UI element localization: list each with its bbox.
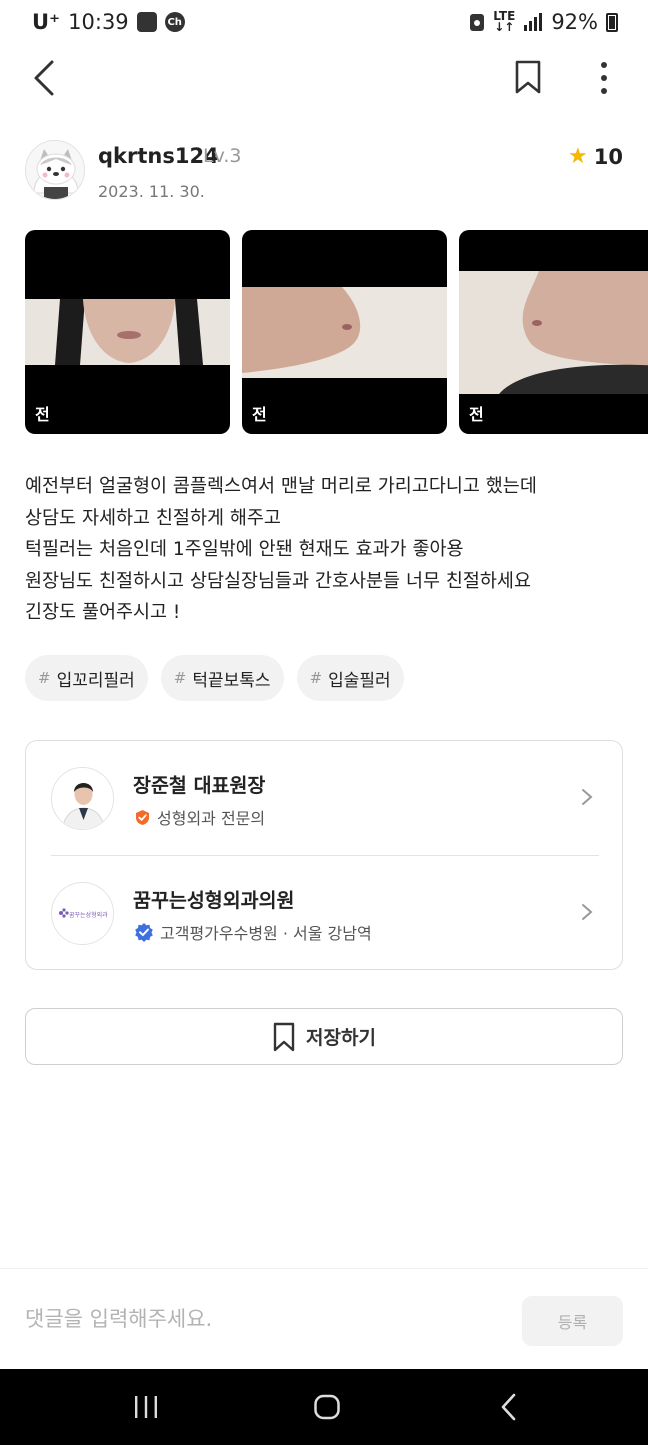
more-vertical-icon[interactable]	[590, 59, 618, 97]
chat-notification-icon: Ch	[164, 12, 185, 32]
tag-chip[interactable]: # 입술필러	[296, 655, 404, 701]
tag-label: 입술필러	[328, 670, 391, 691]
chevron-right-icon	[582, 789, 593, 805]
photo-item[interactable]: 전	[25, 230, 230, 434]
username[interactable]: qkrtns124	[98, 144, 219, 168]
clinic-detail: 고객평가우수병원 · 서울 강남역	[134, 920, 372, 944]
clinic-detail-text: 고객평가우수병원 · 서울 강남역	[160, 924, 372, 943]
signal-icon	[524, 13, 543, 31]
back-nav-icon[interactable]	[498, 1391, 520, 1423]
photo-item[interactable]: 전	[242, 230, 447, 434]
doctor-name: 장준철 대표원장	[133, 774, 266, 797]
post-body: 예전부터 얼굴형이 콤플렉스여서 맨날 머리로 가리고다니고 했는데 상담도 자…	[25, 471, 625, 629]
photo-label: 전	[252, 405, 267, 424]
photo-label: 전	[35, 405, 50, 424]
submit-comment-button[interactable]: 등록	[522, 1296, 623, 1346]
post-body-line: 상담도 자세하고 친절하게 해주고	[25, 507, 281, 529]
post-body-line: 턱필러는 처음인데 1주일밖에 안됀 현재도 효과가 좋아용	[25, 539, 464, 560]
verified-badge-icon	[135, 923, 153, 942]
tag-list: # 입꼬리필러 # 턱끝보톡스 # 입술필러	[25, 655, 404, 701]
status-bar: U⁺ 10:39 Ch LTE ↓↑ 92%	[0, 0, 648, 44]
doctor-photo-icon	[52, 768, 113, 829]
rating-value: 10	[593, 144, 623, 169]
status-right: LTE ↓↑ 92%	[469, 10, 618, 34]
network-arrows: ↓↑	[494, 20, 515, 34]
hash-icon: #	[38, 669, 51, 687]
save-button-label: 저장하기	[306, 1027, 376, 1049]
chevron-right-icon	[582, 904, 593, 920]
clinic-logo-text: 꿈꾸는성형외과	[69, 912, 108, 919]
specialist-badge-icon	[136, 809, 149, 825]
tag-label: 입꼬리필러	[56, 670, 135, 691]
hash-icon: #	[309, 669, 323, 687]
bookmark-icon	[273, 1022, 295, 1051]
network-indicator: LTE ↓↑	[493, 10, 515, 34]
save-button[interactable]: 저장하기	[25, 1008, 623, 1065]
bookmark-icon[interactable]	[510, 59, 546, 95]
clinic-name: 꿈꾸는성형외과의원	[133, 889, 295, 912]
cat-avatar-icon	[26, 141, 84, 199]
clinic-logo: 꿈꾸는성형외과	[51, 882, 114, 945]
hash-icon: #	[173, 669, 187, 687]
photo-item[interactable]: 전	[459, 230, 648, 434]
carrier-label: U⁺	[32, 10, 61, 34]
post-date: 2023. 11. 30.	[98, 182, 205, 201]
tag-label: 턱끝보톡스	[192, 670, 271, 691]
doctor-clinic-card: 장준철 대표원장 성형외과 전문의 꿈꾸는성형외과 꿈꾸는성형외과의원 고객평가…	[25, 740, 623, 970]
battery-icon	[606, 12, 618, 32]
doctor-specialty-text: 성형외과 전문의	[157, 809, 266, 828]
gallery-notification-icon	[136, 12, 157, 32]
face-side-image	[242, 287, 447, 378]
battery-percent: 92%	[551, 10, 598, 34]
post-body-line: 예전부터 얼굴형이 콤플렉스여서 맨날 머리로 가리고다니고 했는데	[25, 476, 537, 497]
status-time: 10:39	[68, 10, 129, 34]
doctor-specialty: 성형외과 전문의	[134, 805, 265, 829]
face-front-image	[25, 299, 230, 365]
recent-apps-icon[interactable]	[132, 1391, 160, 1423]
user-level: Lv.3	[203, 145, 242, 167]
status-left: U⁺ 10:39 Ch	[32, 10, 185, 34]
comment-bar: 등록	[0, 1268, 648, 1369]
doctor-avatar	[51, 767, 114, 830]
tag-chip[interactable]: # 입꼬리필러	[25, 655, 148, 701]
photo-carousel[interactable]: 전 전 전	[25, 230, 648, 435]
post-body-line: 원장님도 친절하시고 상담실장님들과 간호사분들 너무 친절하세요	[25, 570, 531, 592]
photo-label: 전	[469, 405, 484, 424]
star-icon: ★	[568, 144, 588, 169]
recycle-icon	[470, 14, 485, 31]
post-body-line: 긴장도 풀어주시고 !	[25, 602, 181, 623]
system-nav-bar	[0, 1369, 648, 1445]
home-icon[interactable]	[312, 1391, 342, 1423]
back-icon[interactable]	[26, 58, 66, 98]
post-author: qkrtns124 Lv.3 2023. 11. 30. ★ 10	[25, 140, 623, 202]
top-nav	[0, 44, 648, 112]
rating: ★ 10	[568, 144, 623, 169]
avatar[interactable]	[25, 140, 85, 200]
doctor-row[interactable]: 장준철 대표원장 성형외과 전문의	[26, 741, 622, 855]
tag-chip[interactable]: # 턱끝보톡스	[160, 655, 284, 701]
face-profile-image	[459, 271, 648, 394]
clinic-row[interactable]: 꿈꾸는성형외과 꿈꾸는성형외과의원 고객평가우수병원 · 서울 강남역	[26, 856, 622, 970]
comment-input[interactable]	[25, 1299, 495, 1339]
